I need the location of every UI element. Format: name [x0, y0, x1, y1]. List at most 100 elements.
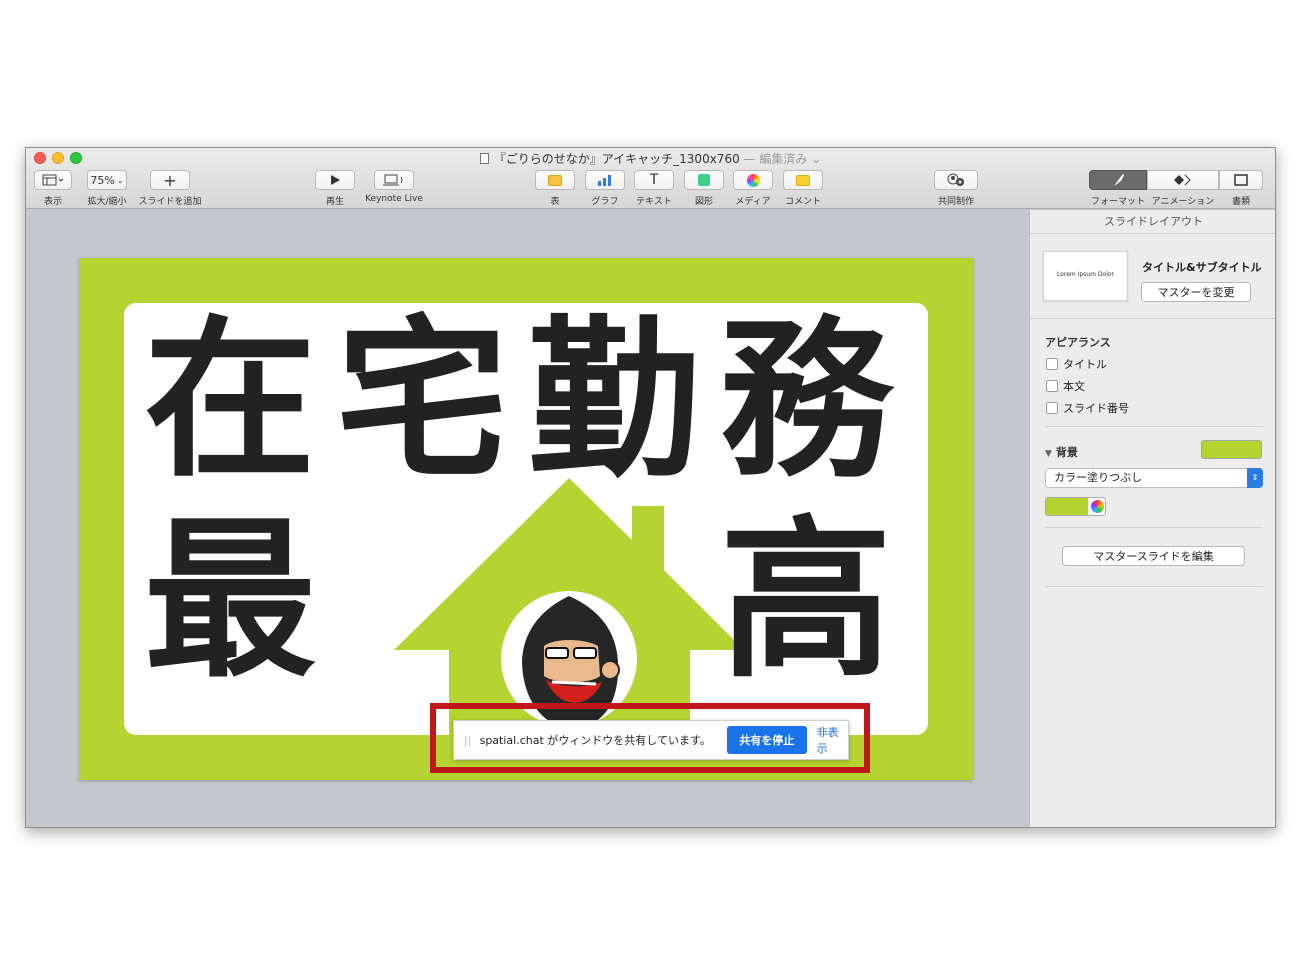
- slide-white-panel[interactable]: 在 宅 勤 務 最 高: [124, 303, 928, 758]
- format-label: フォーマット: [1090, 197, 1145, 207]
- body-checkbox[interactable]: 本文: [1046, 378, 1085, 394]
- paintbrush-icon: [1114, 174, 1124, 186]
- table-label: 表: [550, 197, 560, 207]
- animate-tool[interactable]: アニメーション: [1147, 170, 1219, 207]
- media-button[interactable]: [733, 170, 773, 190]
- chevron-down-icon: ⌄: [116, 175, 124, 185]
- view-tool[interactable]: 表示: [34, 170, 72, 207]
- play-tool[interactable]: 再生: [315, 170, 355, 207]
- animate-label: アニメーション: [1151, 197, 1215, 207]
- edit-master-slide-button[interactable]: マスタースライドを編集: [1062, 546, 1245, 566]
- slide-title-char[interactable]: 務: [720, 315, 892, 487]
- keynote-live-button[interactable]: [374, 170, 414, 190]
- window-title-text: 『ごりらのせなか』アイキャッチ_1300x760: [493, 152, 740, 166]
- sidebar-view-icon: [42, 174, 64, 186]
- divider: [1045, 527, 1263, 528]
- master-layout-name: タイトル&サブタイトル: [1142, 261, 1262, 274]
- collaborate-icon: [947, 173, 964, 186]
- add-slide-label: スライドを追加: [138, 197, 202, 207]
- table-button[interactable]: [535, 170, 575, 190]
- document-setup-icon: [1234, 174, 1248, 186]
- background-disclosure[interactable]: ▼ 背景: [1045, 444, 1078, 460]
- change-master-button[interactable]: マスターを変更: [1141, 282, 1251, 302]
- slide-title-char[interactable]: 宅: [336, 315, 508, 487]
- play-button[interactable]: [315, 170, 355, 190]
- animate-button[interactable]: [1147, 170, 1219, 190]
- title-checkbox[interactable]: タイトル: [1046, 356, 1107, 372]
- checkbox-box[interactable]: [1046, 380, 1058, 392]
- slide[interactable]: 在 宅 勤 務 最 高: [79, 258, 973, 780]
- slide-title-char[interactable]: 在: [144, 315, 316, 487]
- slide-number-checkbox[interactable]: スライド番号: [1046, 400, 1129, 416]
- view-button[interactable]: [34, 170, 72, 190]
- color-wheel-icon[interactable]: [1091, 500, 1104, 513]
- chart-button[interactable]: [585, 170, 625, 190]
- document-tool[interactable]: 書類: [1219, 170, 1263, 207]
- chart-label: グラフ: [591, 197, 619, 207]
- zoom-value: 75%: [90, 173, 115, 187]
- table-tool[interactable]: 表: [535, 170, 575, 207]
- zoom-select[interactable]: 75% ⌄: [87, 170, 127, 190]
- media-tool[interactable]: メディア: [733, 170, 773, 207]
- divider: [1045, 426, 1263, 427]
- hide-link[interactable]: 非表示: [817, 724, 848, 756]
- add-slide-button[interactable]: +: [150, 170, 190, 190]
- thumbnail-text: Lorem Ipsum Dolor: [1056, 271, 1115, 278]
- document-label: 書類: [1231, 197, 1250, 207]
- fill-type-select[interactable]: カラー塗りつぶし ⇕: [1045, 468, 1263, 488]
- appearance-heading: アピアランス: [1045, 336, 1111, 349]
- checkbox-box[interactable]: [1046, 402, 1058, 414]
- comment-button[interactable]: [783, 170, 823, 190]
- text-button[interactable]: T: [634, 170, 674, 190]
- comment-icon: [796, 174, 810, 186]
- slide-title-char[interactable]: 最: [144, 515, 316, 687]
- comment-label: コメント: [784, 197, 821, 207]
- disclosure-triangle-icon[interactable]: ▼: [1045, 449, 1052, 459]
- checkbox-label: 本文: [1063, 380, 1085, 393]
- comment-tool[interactable]: コメント: [783, 170, 823, 207]
- drag-handle-icon[interactable]: ||: [464, 734, 472, 747]
- document-button[interactable]: [1219, 170, 1263, 190]
- media-icon: [746, 173, 760, 187]
- checkbox-label: スライド番号: [1063, 402, 1129, 415]
- slide-title-char[interactable]: 勤: [528, 315, 700, 487]
- keynote-live-tool[interactable]: Keynote Live: [365, 170, 423, 204]
- media-label: メディア: [735, 197, 771, 207]
- background-heading: 背景: [1055, 446, 1078, 459]
- checkbox-box[interactable]: [1046, 358, 1058, 370]
- master-thumbnail[interactable]: Lorem Ipsum Dolor: [1043, 251, 1128, 301]
- fill-type-value: カラー塗りつぶし: [1054, 471, 1143, 484]
- collaborate-button[interactable]: [934, 170, 978, 190]
- text-label: テキスト: [636, 197, 672, 207]
- collaborate-tool[interactable]: 共同制作: [933, 170, 979, 207]
- format-tool[interactable]: フォーマット: [1089, 170, 1147, 207]
- collaborate-label: 共同制作: [937, 197, 974, 207]
- plus-icon: +: [163, 170, 177, 190]
- checkbox-label: タイトル: [1063, 358, 1107, 371]
- text-tool[interactable]: T テキスト: [634, 170, 674, 207]
- document-icon: [479, 153, 489, 164]
- edited-indicator[interactable]: — 編集済み ⌄: [744, 152, 822, 166]
- play-icon: [331, 175, 340, 185]
- stop-sharing-button[interactable]: 共有を停止: [726, 726, 807, 754]
- color-well-fill[interactable]: [1046, 498, 1088, 515]
- zoom-tool[interactable]: 75% ⌄ 拡大/縮小: [86, 170, 128, 207]
- divider: [1045, 586, 1263, 587]
- chart-icon: [598, 175, 611, 186]
- format-button[interactable]: [1089, 170, 1147, 190]
- slide-title-char[interactable]: 高: [720, 515, 892, 687]
- shape-icon: [698, 174, 710, 186]
- add-slide-tool[interactable]: + スライドを追加: [138, 170, 202, 207]
- shape-tool[interactable]: 図形: [684, 170, 724, 207]
- screen-sharing-bar: || spatial.chat がウィンドウを共有しています。 共有を停止 非表…: [453, 720, 849, 760]
- inspector-header: スライドレイアウト: [1030, 210, 1275, 234]
- divider: [1030, 318, 1275, 319]
- shape-button[interactable]: [684, 170, 724, 190]
- chart-tool[interactable]: グラフ: [585, 170, 625, 207]
- background-color-swatch[interactable]: [1201, 440, 1262, 459]
- stepper-arrows-icon[interactable]: ⇕: [1247, 468, 1263, 488]
- animate-icon: [1174, 174, 1191, 186]
- text-icon: T: [649, 172, 659, 188]
- toolbar: 『ごりらのせなか』アイキャッチ_1300x760 — 編集済み ⌄ 表示 75%…: [26, 148, 1275, 209]
- color-well[interactable]: [1045, 497, 1106, 516]
